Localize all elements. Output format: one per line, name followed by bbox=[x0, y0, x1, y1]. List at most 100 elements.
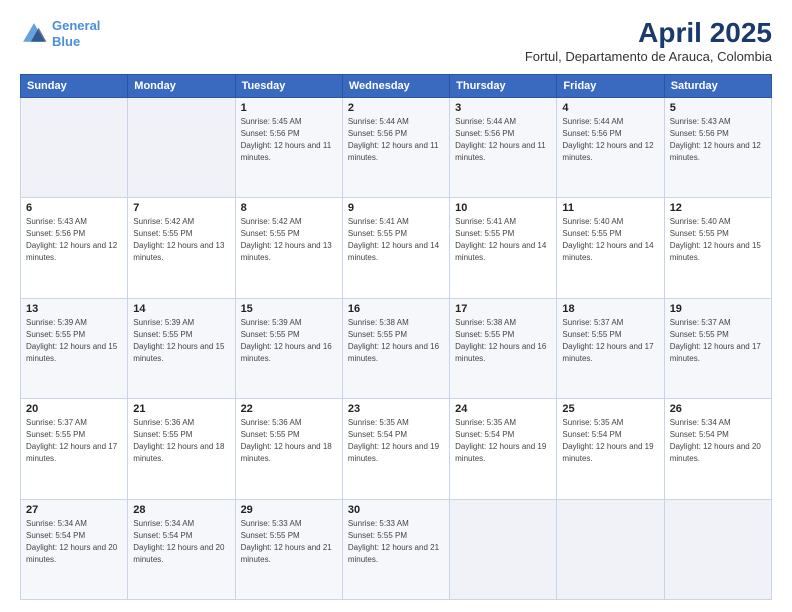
day-info: Sunrise: 5:34 AMSunset: 5:54 PMDaylight:… bbox=[670, 417, 766, 465]
table-row: 15 Sunrise: 5:39 AMSunset: 5:55 PMDayligh… bbox=[235, 298, 342, 398]
day-number: 10 bbox=[455, 202, 551, 214]
day-number: 11 bbox=[562, 202, 658, 214]
day-number: 13 bbox=[26, 303, 122, 315]
table-row: 20 Sunrise: 5:37 AMSunset: 5:55 PMDayligh… bbox=[21, 399, 128, 499]
day-info: Sunrise: 5:44 AMSunset: 5:56 PMDaylight:… bbox=[348, 116, 444, 164]
day-number: 14 bbox=[133, 303, 229, 315]
header-thursday: Thursday bbox=[450, 74, 557, 97]
day-number: 17 bbox=[455, 303, 551, 315]
table-row: 26 Sunrise: 5:34 AMSunset: 5:54 PMDayligh… bbox=[664, 399, 771, 499]
day-info: Sunrise: 5:42 AMSunset: 5:55 PMDaylight:… bbox=[133, 216, 229, 264]
title-block: April 2025 Fortul, Departamento de Arauc… bbox=[525, 18, 772, 64]
day-info: Sunrise: 5:44 AMSunset: 5:56 PMDaylight:… bbox=[455, 116, 551, 164]
day-number: 26 bbox=[670, 403, 766, 415]
logo: General Blue bbox=[20, 18, 100, 49]
day-info: Sunrise: 5:36 AMSunset: 5:55 PMDaylight:… bbox=[133, 417, 229, 465]
table-row: 13 Sunrise: 5:39 AMSunset: 5:55 PMDayligh… bbox=[21, 298, 128, 398]
table-row: 11 Sunrise: 5:40 AMSunset: 5:55 PMDayligh… bbox=[557, 198, 664, 298]
table-row: 8 Sunrise: 5:42 AMSunset: 5:55 PMDaylight… bbox=[235, 198, 342, 298]
day-number: 29 bbox=[241, 504, 337, 516]
table-row: 14Sunrise: 5:39 AMSunset: 5:55 PMDayligh… bbox=[128, 298, 235, 398]
table-row: 5 Sunrise: 5:43 AMSunset: 5:56 PMDaylight… bbox=[664, 97, 771, 197]
day-number: 30 bbox=[348, 504, 444, 516]
table-row bbox=[664, 499, 771, 599]
day-info: Sunrise: 5:43 AMSunset: 5:56 PMDaylight:… bbox=[670, 116, 766, 164]
day-number: 19 bbox=[670, 303, 766, 315]
table-row: 16 Sunrise: 5:38 AMSunset: 5:55 PMDayligh… bbox=[342, 298, 449, 398]
table-row: 18Sunrise: 5:37 AMSunset: 5:55 PMDayligh… bbox=[557, 298, 664, 398]
day-info: Sunrise: 5:34 AMSunset: 5:54 PMDaylight:… bbox=[133, 518, 229, 566]
day-info: Sunrise: 5:35 AMSunset: 5:54 PMDaylight:… bbox=[455, 417, 551, 465]
day-info: Sunrise: 5:33 AMSunset: 5:55 PMDaylight:… bbox=[241, 518, 337, 566]
table-row: 28 Sunrise: 5:34 AMSunset: 5:54 PMDayligh… bbox=[128, 499, 235, 599]
day-info: Sunrise: 5:41 AMSunset: 5:55 PMDaylight:… bbox=[455, 216, 551, 264]
logo-line1: General bbox=[52, 18, 100, 33]
table-row: 19 Sunrise: 5:37 AMSunset: 5:55 PMDayligh… bbox=[664, 298, 771, 398]
table-row: 2 Sunrise: 5:44 AMSunset: 5:56 PMDaylight… bbox=[342, 97, 449, 197]
day-number: 8 bbox=[241, 202, 337, 214]
logo-icon bbox=[20, 20, 48, 48]
day-info: Sunrise: 5:40 AMSunset: 5:55 PMDaylight:… bbox=[562, 216, 658, 264]
day-info: Sunrise: 5:45 AMSunset: 5:56 PMDaylight:… bbox=[241, 116, 337, 164]
day-info: Sunrise: 5:41 AMSunset: 5:55 PMDaylight:… bbox=[348, 216, 444, 264]
header: General Blue April 2025 Fortul, Departam… bbox=[20, 18, 772, 64]
day-number: 9 bbox=[348, 202, 444, 214]
day-number: 12 bbox=[670, 202, 766, 214]
table-row bbox=[128, 97, 235, 197]
day-number: 1 bbox=[241, 102, 337, 114]
day-number: 20 bbox=[26, 403, 122, 415]
day-info: Sunrise: 5:43 AMSunset: 5:56 PMDaylight:… bbox=[26, 216, 122, 264]
day-info: Sunrise: 5:36 AMSunset: 5:55 PMDaylight:… bbox=[241, 417, 337, 465]
day-number: 16 bbox=[348, 303, 444, 315]
page: General Blue April 2025 Fortul, Departam… bbox=[0, 0, 792, 612]
day-info: Sunrise: 5:37 AMSunset: 5:55 PMDaylight:… bbox=[26, 417, 122, 465]
day-number: 15 bbox=[241, 303, 337, 315]
table-row: 25Sunrise: 5:35 AMSunset: 5:54 PMDayligh… bbox=[557, 399, 664, 499]
calendar-header: Sunday Monday Tuesday Wednesday Thursday… bbox=[21, 74, 772, 97]
table-row: 27Sunrise: 5:34 AMSunset: 5:54 PMDayligh… bbox=[21, 499, 128, 599]
day-number: 2 bbox=[348, 102, 444, 114]
table-row: 6Sunrise: 5:43 AMSunset: 5:56 PMDaylight… bbox=[21, 198, 128, 298]
table-row: 23Sunrise: 5:35 AMSunset: 5:54 PMDayligh… bbox=[342, 399, 449, 499]
calendar-body: 1 Sunrise: 5:45 AMSunset: 5:56 PMDaylight… bbox=[21, 97, 772, 599]
table-row bbox=[450, 499, 557, 599]
table-row bbox=[21, 97, 128, 197]
table-row: 24 Sunrise: 5:35 AMSunset: 5:54 PMDayligh… bbox=[450, 399, 557, 499]
subtitle: Fortul, Departamento de Arauca, Colombia bbox=[525, 49, 772, 64]
day-info: Sunrise: 5:44 AMSunset: 5:56 PMDaylight:… bbox=[562, 116, 658, 164]
day-number: 4 bbox=[562, 102, 658, 114]
table-row: 17Sunrise: 5:38 AMSunset: 5:55 PMDayligh… bbox=[450, 298, 557, 398]
logo-text: General Blue bbox=[52, 18, 100, 49]
table-row: 3 Sunrise: 5:44 AMSunset: 5:56 PMDaylight… bbox=[450, 97, 557, 197]
header-saturday: Saturday bbox=[664, 74, 771, 97]
table-row bbox=[557, 499, 664, 599]
day-number: 22 bbox=[241, 403, 337, 415]
header-monday: Monday bbox=[128, 74, 235, 97]
table-row: 10 Sunrise: 5:41 AMSunset: 5:55 PMDayligh… bbox=[450, 198, 557, 298]
table-row: 7Sunrise: 5:42 AMSunset: 5:55 PMDaylight… bbox=[128, 198, 235, 298]
day-number: 25 bbox=[562, 403, 658, 415]
day-number: 28 bbox=[133, 504, 229, 516]
header-tuesday: Tuesday bbox=[235, 74, 342, 97]
day-info: Sunrise: 5:33 AMSunset: 5:55 PMDaylight:… bbox=[348, 518, 444, 566]
day-number: 24 bbox=[455, 403, 551, 415]
day-number: 18 bbox=[562, 303, 658, 315]
header-wednesday: Wednesday bbox=[342, 74, 449, 97]
day-info: Sunrise: 5:38 AMSunset: 5:55 PMDaylight:… bbox=[348, 317, 444, 365]
day-info: Sunrise: 5:42 AMSunset: 5:55 PMDaylight:… bbox=[241, 216, 337, 264]
day-number: 23 bbox=[348, 403, 444, 415]
day-number: 27 bbox=[26, 504, 122, 516]
day-info: Sunrise: 5:39 AMSunset: 5:55 PMDaylight:… bbox=[241, 317, 337, 365]
day-info: Sunrise: 5:40 AMSunset: 5:55 PMDaylight:… bbox=[670, 216, 766, 264]
header-friday: Friday bbox=[557, 74, 664, 97]
table-row: 1 Sunrise: 5:45 AMSunset: 5:56 PMDaylight… bbox=[235, 97, 342, 197]
table-row: 30 Sunrise: 5:33 AMSunset: 5:55 PMDayligh… bbox=[342, 499, 449, 599]
day-number: 5 bbox=[670, 102, 766, 114]
table-row: 29 Sunrise: 5:33 AMSunset: 5:55 PMDayligh… bbox=[235, 499, 342, 599]
day-info: Sunrise: 5:37 AMSunset: 5:55 PMDaylight:… bbox=[670, 317, 766, 365]
table-row: 22 Sunrise: 5:36 AMSunset: 5:55 PMDayligh… bbox=[235, 399, 342, 499]
day-number: 3 bbox=[455, 102, 551, 114]
day-info: Sunrise: 5:39 AMSunset: 5:55 PMDaylight:… bbox=[26, 317, 122, 365]
logo-line2: Blue bbox=[52, 34, 80, 49]
header-sunday: Sunday bbox=[21, 74, 128, 97]
